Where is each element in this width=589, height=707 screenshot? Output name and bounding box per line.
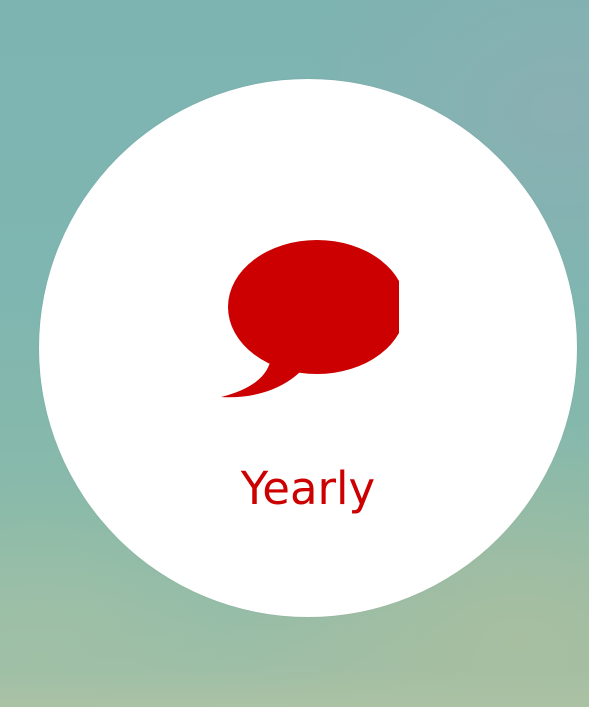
speech-bubble-icon [219, 239, 399, 399]
yearly-option-button[interactable]: Yearly [39, 79, 577, 617]
option-label: Yearly [240, 462, 376, 515]
background-band [0, 670, 589, 707]
